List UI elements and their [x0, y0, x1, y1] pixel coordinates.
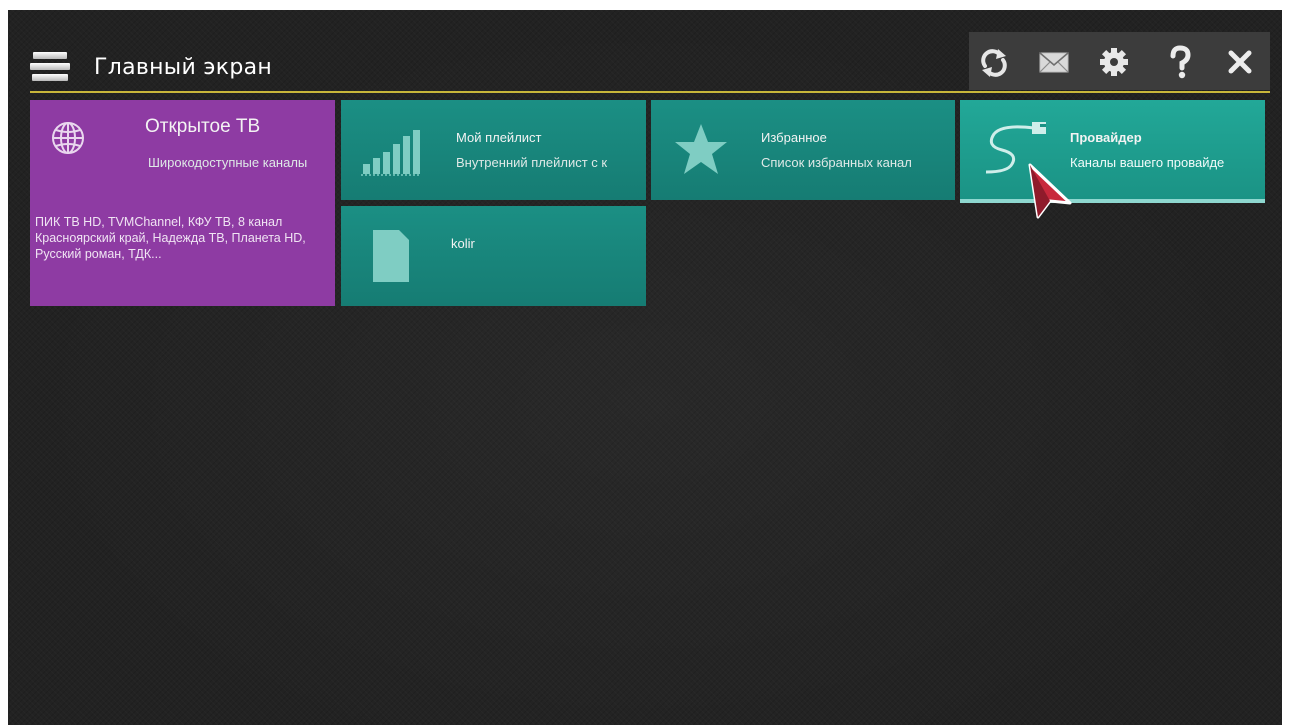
tile-subtitle: Внутренний плейлист с к — [456, 155, 608, 170]
tile-subtitle: Список избранных канал — [761, 155, 912, 170]
tile-description: ПИК ТВ HD, TVMChannel, КФУ ТВ, 8 канал К… — [35, 215, 306, 261]
tile-favorites[interactable]: Избранное Список избранных канал — [651, 100, 955, 200]
header-divider — [30, 91, 1270, 93]
tile-title: kolir — [451, 236, 475, 251]
hamburger-menu-icon[interactable] — [30, 52, 70, 84]
tile-subtitle: Широкодоступные каналы — [148, 155, 308, 170]
page-title: Главный экран — [94, 55, 273, 80]
selection-indicator — [960, 199, 1265, 203]
toolbar — [969, 32, 1270, 90]
tile-title: Открытое ТВ — [145, 116, 261, 137]
mail-icon[interactable] — [1033, 42, 1075, 82]
close-icon[interactable] — [1219, 42, 1261, 82]
help-icon[interactable] — [1159, 42, 1201, 82]
globe-icon — [50, 120, 86, 160]
star-icon — [673, 122, 729, 180]
tile-kolir[interactable]: kolir — [341, 206, 646, 306]
main-screen: Главный экран Открытое ТВ Широкодоступны… — [8, 10, 1282, 725]
tile-title: Мой плейлист — [456, 130, 542, 145]
tile-subtitle: Каналы вашего провайде — [1070, 155, 1225, 170]
tile-provider[interactable]: Провайдер Каналы вашего провайде — [960, 100, 1265, 203]
refresh-icon[interactable] — [973, 42, 1015, 82]
tile-title: Избранное — [761, 130, 827, 145]
cable-plug-icon — [982, 120, 1048, 180]
header-bar: Главный экран — [8, 10, 1282, 93]
tile-title: Провайдер — [1070, 130, 1142, 145]
signal-bars-icon — [361, 128, 421, 180]
settings-icon[interactable] — [1093, 42, 1135, 82]
tile-my-playlist[interactable]: Мой плейлист Внутренний плейлист с к — [341, 100, 646, 200]
document-icon — [371, 228, 411, 288]
tile-open-tv[interactable]: Открытое ТВ Широкодоступные каналы ПИК Т… — [30, 100, 335, 306]
